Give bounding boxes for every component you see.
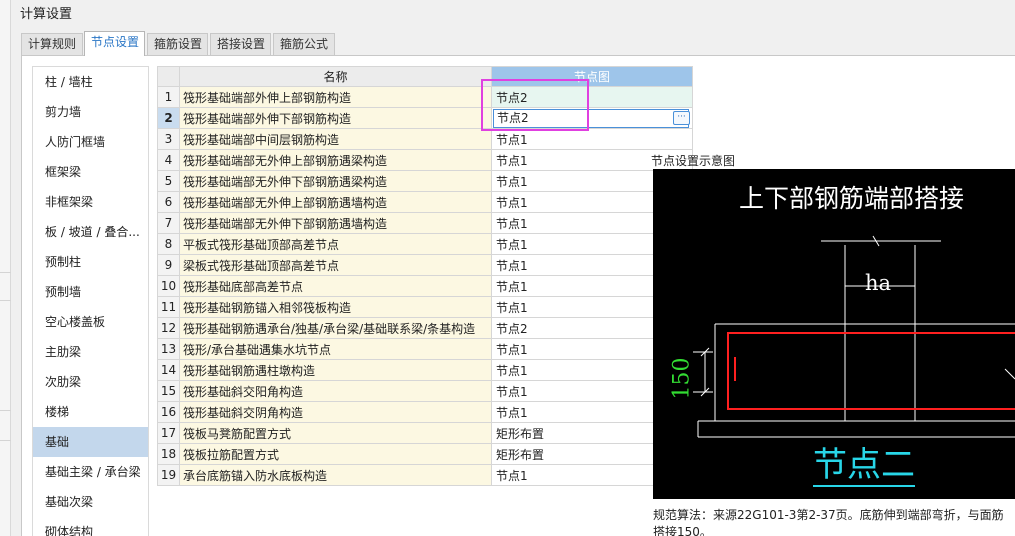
row-name: 筏形基础钢筋遇承台/独基/承台梁/基础联系梁/条基构造 <box>179 317 492 339</box>
sidebar-item-foundation-main-beam[interactable]: 基础主梁 / 承台梁 <box>33 457 148 487</box>
row-index: 2 <box>157 107 180 129</box>
row-name: 筏形基础钢筋锚入相邻筏板构造 <box>179 296 492 318</box>
row-name: 筏形基础端部外伸上部钢筋构造 <box>179 86 492 108</box>
table-row[interactable]: 17 筏板马凳筋配置方式 矩形布置 <box>157 422 693 444</box>
row-index: 17 <box>157 422 180 444</box>
table-row[interactable]: 6 筏形基础端部无外伸上部钢筋遇墙构造 节点1 <box>157 191 693 213</box>
sidebar-item-shear-wall[interactable]: 剪力墙 <box>33 97 148 127</box>
row-name: 筏形基础端部无外伸上部钢筋遇墙构造 <box>179 191 492 213</box>
diagram-dim-150: 150 <box>669 357 695 400</box>
table-row[interactable]: 7 筏形基础端部无外伸下部钢筋遇墙构造 节点1 <box>157 212 693 234</box>
sidebar-item-precast-wall[interactable]: 预制墙 <box>33 277 148 307</box>
rule-description: 规范算法：来源22G101-3第2-37页。底筋伸到端部弯折，与面筋搭接150。 <box>653 508 1004 536</box>
tab-stirrup-settings[interactable]: 箍筋设置 <box>147 33 208 56</box>
sidebar-item-masonry[interactable]: 砌体结构 <box>33 517 148 536</box>
row-name: 筏形基础端部中间层钢筋构造 <box>179 128 492 150</box>
row-name: 筏形基础底部高差节点 <box>179 275 492 297</box>
row-name: 筏形基础端部外伸下部钢筋构造 <box>179 107 492 129</box>
sidebar-item-foundation[interactable]: 基础 <box>33 427 148 457</box>
row-index: 14 <box>157 359 180 381</box>
table-row[interactable]: 13 筏形/承台基础遇集水坑节点 节点1 <box>157 338 693 360</box>
sidebar-item-column[interactable]: 柱 / 墙柱 <box>33 67 148 97</box>
table-row[interactable]: 4 筏形基础端部无外伸上部钢筋遇梁构造 节点1 <box>157 149 693 171</box>
diagram-title: 上下部钢筋端部搭接 <box>739 184 965 213</box>
sidebar-item-foundation-secondary-beam[interactable]: 基础次梁 <box>33 487 148 517</box>
row-node-value[interactable]: 节点2 ··· <box>491 107 693 129</box>
row-name: 筏形基础斜交阴角构造 <box>179 401 492 423</box>
row-name: 筏形基础钢筋遇柱墩构造 <box>179 359 492 381</box>
table-row[interactable]: 5 筏形基础端部无外伸下部钢筋遇梁构造 节点1 <box>157 170 693 192</box>
row-index: 3 <box>157 128 180 150</box>
table-row[interactable]: 12 筏形基础钢筋遇承台/独基/承台梁/基础联系梁/条基构造 节点2 <box>157 317 693 339</box>
row-name: 筏形基础端部无外伸下部钢筋遇墙构造 <box>179 212 492 234</box>
row-index: 11 <box>157 296 180 318</box>
row-name: 筏形基础端部无外伸上部钢筋遇梁构造 <box>179 149 492 171</box>
row-index: 5 <box>157 170 180 192</box>
row-name: 筏板马凳筋配置方式 <box>179 422 492 444</box>
sidebar-item-hollow-floor[interactable]: 空心楼盖板 <box>33 307 148 337</box>
node-settings-table: 名称 节点图 1 筏形基础端部外伸上部钢筋构造 节点2 2 筏形基础端部外伸下部钢筋构造… <box>157 66 693 486</box>
sidebar-item-non-frame-beam[interactable]: 非框架梁 <box>33 187 148 217</box>
row-name: 承台底筋锚入防水底板构造 <box>179 464 492 486</box>
row-index: 4 <box>157 149 180 171</box>
header-node-diagram: 节点图 <box>491 66 693 87</box>
row-name: 梁板式筏形基础顶部高差节点 <box>179 254 492 276</box>
tab-node-settings[interactable]: 节点设置 <box>84 31 145 56</box>
table-row[interactable]: 19 承台底筋锚入防水底板构造 节点1 <box>157 464 693 486</box>
row-index: 9 <box>157 254 180 276</box>
table-row[interactable]: 18 筏板拉筋配置方式 矩形布置 <box>157 443 693 465</box>
table-row[interactable]: 2 筏形基础端部外伸下部钢筋构造 节点2 ··· <box>157 107 693 129</box>
row-name: 筏形基础斜交阳角构造 <box>179 380 492 402</box>
sidebar-item-frame-beam[interactable]: 框架梁 <box>33 157 148 187</box>
row-index: 18 <box>157 443 180 465</box>
header-name: 名称 <box>179 66 492 87</box>
diagram-caption: 节点设置示意图 <box>651 154 736 168</box>
row-index: 16 <box>157 401 180 423</box>
row-index: 10 <box>157 275 180 297</box>
diagram-dim-ha: ha <box>865 271 892 295</box>
row-index: 15 <box>157 380 180 402</box>
sidebar-item-main-rib-beam[interactable]: 主肋梁 <box>33 337 148 367</box>
table-row[interactable]: 8 平板式筏形基础顶部高差节点 节点1 <box>157 233 693 255</box>
header-index <box>157 66 180 87</box>
row-index: 1 <box>157 86 180 108</box>
table-row[interactable]: 10 筏形基础底部高差节点 节点1 <box>157 275 693 297</box>
sidebar-item-civil-defense-door-wall[interactable]: 人防门框墙 <box>33 127 148 157</box>
table-header-row: 名称 节点图 <box>157 66 693 87</box>
sidebar-item-secondary-rib-beam[interactable]: 次肋梁 <box>33 367 148 397</box>
ellipsis-button[interactable]: ··· <box>673 111 690 125</box>
row-index: 8 <box>157 233 180 255</box>
left-edge-strip <box>0 0 11 536</box>
table-row[interactable]: 14 筏形基础钢筋遇柱墩构造 节点1 <box>157 359 693 381</box>
table-row[interactable]: 11 筏形基础钢筋锚入相邻筏板构造 节点1 <box>157 296 693 318</box>
sidebar-item-precast-column[interactable]: 预制柱 <box>33 247 148 277</box>
row-name: 筏形基础端部无外伸下部钢筋遇梁构造 <box>179 170 492 192</box>
window-title: 计算设置 <box>20 7 73 22</box>
row-index: 19 <box>157 464 180 486</box>
table-row[interactable]: 16 筏形基础斜交阴角构造 节点1 <box>157 401 693 423</box>
row-node-value[interactable]: 节点2 <box>491 86 693 108</box>
row-index: 6 <box>157 191 180 213</box>
tab-lap-settings[interactable]: 搭接设置 <box>210 33 271 56</box>
row-name: 筏板拉筋配置方式 <box>179 443 492 465</box>
component-type-list: 柱 / 墙柱 剪力墙 人防门框墙 框架梁 非框架梁 板 / 坡道 / 叠合...… <box>32 66 149 536</box>
table-row[interactable]: 3 筏形基础端部中间层钢筋构造 节点1 <box>157 128 693 150</box>
row-name: 平板式筏形基础顶部高差节点 <box>179 233 492 255</box>
table-row[interactable]: 9 梁板式筏形基础顶部高差节点 节点1 <box>157 254 693 276</box>
row-index: 7 <box>157 212 180 234</box>
node-value-editor[interactable]: 节点2 <box>493 109 689 128</box>
tab-calc-rules[interactable]: 计算规则 <box>21 33 83 56</box>
sidebar-item-slab[interactable]: 板 / 坡道 / 叠合... <box>33 217 148 247</box>
node-diagram-image: 上下部钢筋端部搭接 ha 150 节点二 <box>653 169 1015 499</box>
sidebar-item-stairs[interactable]: 楼梯 <box>33 397 148 427</box>
row-name: 筏形/承台基础遇集水坑节点 <box>179 338 492 360</box>
row-index: 13 <box>157 338 180 360</box>
diagram-node-label: 节点二 <box>813 445 915 487</box>
row-node-value[interactable]: 节点1 <box>491 128 693 150</box>
row-index: 12 <box>157 317 180 339</box>
tab-stirrup-formula[interactable]: 箍筋公式 <box>273 33 335 56</box>
table-row[interactable]: 1 筏形基础端部外伸上部钢筋构造 节点2 <box>157 86 693 108</box>
table-row[interactable]: 15 筏形基础斜交阳角构造 节点1 <box>157 380 693 402</box>
